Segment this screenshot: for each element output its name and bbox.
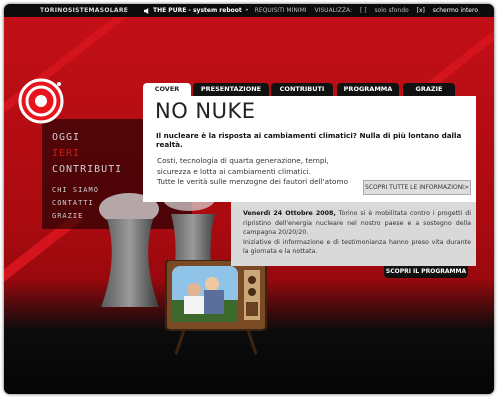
- solo-sfondo-label: solo sfondo: [374, 7, 409, 14]
- solo-sfondo-link[interactable]: [ ] solo sfondo: [360, 7, 409, 14]
- requisiti-link[interactable]: • REQUISITI MINIMI: [245, 7, 306, 14]
- page-title: NO NUKE: [155, 99, 256, 123]
- schermo-intero-link[interactable]: [x] schermo intero: [417, 7, 478, 14]
- schermo-intero-label: schermo intero: [432, 7, 478, 14]
- description-line-2: sicurezza e lotta ai cambiamenti climati…: [157, 166, 311, 176]
- scopri-informazioni-button[interactable]: SCOPRI TUTTE LE INFORMAZIONI>: [363, 180, 471, 195]
- scopri-programma-button[interactable]: SCOPRI IL PROGRAMMA: [384, 266, 468, 278]
- target-logo[interactable]: [18, 78, 64, 124]
- top-right-links: • REQUISITI MINIMI VISUALIZZA: [ ] solo s…: [239, 4, 478, 17]
- news-date: Venerdì 24 Ottobre 2008,: [243, 210, 336, 217]
- news-panel: Venerdì 24 Ottobre 2008, Torino si è mob…: [231, 202, 476, 266]
- menu-item-oggi[interactable]: OGGI: [52, 130, 122, 146]
- tab-programma[interactable]: PROGRAMMA: [337, 83, 399, 96]
- music-track-label: THE PURE - system reboot: [153, 7, 242, 14]
- visualizza-label: VISUALIZZA:: [314, 7, 353, 14]
- tab-grazie[interactable]: GRAZIE: [403, 83, 455, 96]
- retro-tv-image: [165, 260, 267, 355]
- music-player[interactable]: THE PURE - system reboot: [144, 4, 242, 17]
- tab-cover[interactable]: COVER: [143, 83, 191, 96]
- menu-item-ieri[interactable]: IERI: [52, 146, 122, 162]
- requisiti-label: REQUISITI MINIMI: [254, 7, 307, 14]
- description: Costi, tecnologia di quarta generazione,…: [157, 156, 357, 188]
- speaker-icon[interactable]: [144, 7, 150, 14]
- news-text: Venerdì 24 Ottobre 2008, Torino si è mob…: [243, 209, 471, 257]
- news-text-2: Iniziative di informazione e di testimon…: [243, 238, 471, 256]
- tab-presentazione[interactable]: PRESENTAZIONE: [193, 83, 269, 96]
- brand-link[interactable]: TORINOSISTEMASOLARE: [40, 4, 128, 17]
- cover-panel: NO NUKE Il nucleare è la risposta ai cam…: [143, 96, 476, 202]
- menu-item-contributi[interactable]: CONTRIBUTI: [52, 162, 122, 178]
- description-line-1: Costi, tecnologia di quarta generazione,…: [157, 156, 329, 165]
- subtitle: Il nucleare è la risposta ai cambiamenti…: [156, 131, 462, 149]
- site-frame: TORINOSISTEMASOLARE THE PURE - system re…: [4, 4, 494, 394]
- description-line-3: Tutte le verità sulle menzogne dei fauto…: [157, 177, 349, 186]
- top-bar: TORINOSISTEMASOLARE THE PURE - system re…: [4, 4, 494, 17]
- tab-contributi[interactable]: CONTRIBUTI: [271, 83, 333, 96]
